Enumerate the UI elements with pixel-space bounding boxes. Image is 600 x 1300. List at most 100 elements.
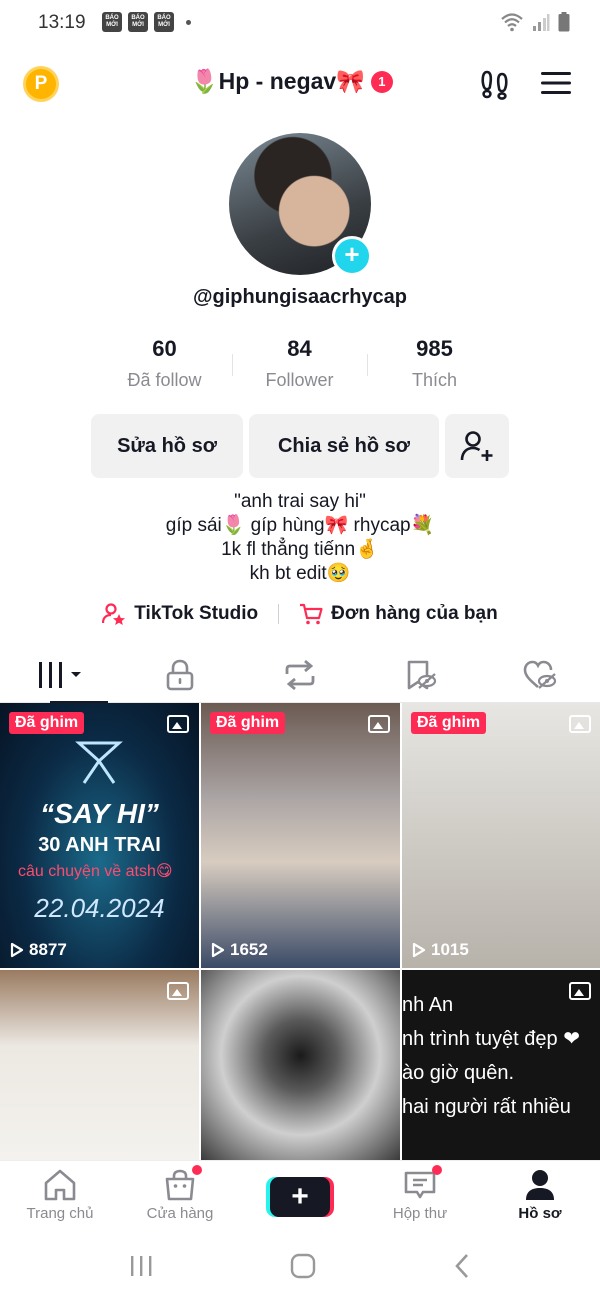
stat-value: 985 [416, 336, 453, 361]
view-count: 1015 [412, 940, 469, 960]
account-name: 🌷Hp - negav🎀 [190, 68, 365, 94]
tab-liked[interactable] [480, 648, 600, 702]
pinned-badge: Đã ghim [9, 712, 85, 734]
video-thumbnail[interactable]: Đã ghim 1652 [201, 703, 400, 968]
signal-icon [533, 14, 550, 31]
grid-videos-icon [39, 662, 81, 688]
stat-likes[interactable]: 985 Thích [367, 336, 502, 391]
stat-label: Follower [265, 370, 334, 390]
nav-label: Cửa hàng [146, 1205, 214, 1222]
username: @giphungisaacrhycap [193, 286, 407, 308]
link-divider [278, 604, 280, 624]
status-bar: 13:19 BÁO MỚI BÁO MỚI BÁO MỚI [0, 0, 600, 46]
repost-icon [285, 660, 315, 690]
thumbnail-title: “SAY HI” [40, 798, 159, 829]
thumbnail-date: 22.04.2024 [34, 893, 165, 923]
tab-reposts[interactable] [240, 648, 360, 702]
profile-icon [526, 1170, 554, 1200]
bio: "anh trai say hi" gíp sái🌷 gíp hùng🎀 rhy… [0, 490, 600, 586]
recent-apps-icon[interactable] [129, 1255, 153, 1277]
stat-value: 60 [152, 336, 177, 361]
shop-bag-icon [165, 1169, 195, 1201]
studio-icon [102, 603, 126, 625]
video-grid-row: nh An nh trình tuyệt đẹp ❤ ào giờ quên. … [0, 970, 600, 1160]
view-count: 1652 [211, 940, 268, 960]
pinned-badge: Đã ghim [411, 712, 487, 734]
profile-tabs [0, 648, 600, 703]
cart-icon [300, 603, 323, 625]
nav-home[interactable]: Trang chủ [0, 1161, 120, 1230]
stat-label: Đã follow [127, 370, 202, 390]
anh-trai-say-hi-logo [75, 741, 123, 784]
video-thumbnail[interactable]: Đã ghim 1015 [402, 703, 600, 968]
pinned-badge: Đã ghim [210, 712, 286, 734]
bio-line: kh bt edit🥹 [249, 563, 351, 584]
profile-top-bar: P 🌷Hp - negav🎀 1 [0, 58, 600, 110]
hidden-bookmark-icon [407, 660, 437, 690]
tab-private[interactable] [120, 648, 240, 702]
more-notifications-icon [186, 19, 191, 25]
orders-label: Đơn hàng của bạn [331, 603, 498, 624]
photo-icon [167, 715, 189, 733]
nav-label: Hồ sơ [518, 1205, 562, 1222]
profile-links: TikTok Studio Đơn hàng của bạn [0, 603, 600, 625]
notification-dot [192, 1165, 202, 1175]
add-avatar-icon[interactable]: + [332, 236, 372, 276]
back-icon[interactable] [453, 1253, 471, 1279]
stat-followers[interactable]: 84 Follower [232, 336, 367, 391]
battery-icon [558, 12, 570, 32]
status-right [500, 12, 570, 32]
thumbnail-text: nh An nh trình tuyệt đẹp ❤ ào giờ quên. … [402, 994, 580, 1118]
tiktok-studio-label: TikTok Studio [134, 603, 259, 624]
add-friend-button[interactable] [445, 414, 509, 478]
account-badge: 1 [370, 70, 393, 93]
nav-shop[interactable]: Cửa hàng [120, 1161, 240, 1230]
account-switcher[interactable]: 🌷Hp - negav🎀 1 [190, 68, 393, 95]
photo-icon [569, 715, 591, 733]
bio-line: 1k fl thẳng tiếnn🤞 [221, 539, 379, 560]
notification-dot [432, 1165, 442, 1175]
video-grid: “SAY HI” 30 ANH TRAI câu chuyện về atsh😋… [0, 703, 600, 968]
home-icon [44, 1169, 76, 1201]
play-icon [10, 942, 24, 958]
tab-favorites[interactable] [360, 648, 480, 702]
thumbnail-caption: câu chuyện về atsh😋 [18, 863, 173, 880]
stat-value: 84 [287, 336, 312, 361]
nav-label: Trang chủ [26, 1205, 94, 1222]
edit-profile-button[interactable]: Sửa hồ sơ [91, 414, 243, 478]
notification-icons: BÁO MỚI BÁO MỚI BÁO MỚI [102, 12, 191, 32]
footprints-icon[interactable] [479, 68, 511, 100]
coin-icon[interactable]: P [23, 66, 59, 102]
photo-icon [569, 982, 591, 1000]
system-navigation-bar [0, 1232, 600, 1300]
share-profile-button[interactable]: Chia sẻ hồ sơ [249, 414, 439, 478]
bottom-nav: Trang chủ Cửa hàng + Hộp thư Hồ sơ [0, 1160, 600, 1230]
wifi-icon [501, 13, 523, 32]
video-thumbnail[interactable] [0, 970, 199, 1160]
stat-following[interactable]: 60 Đã follow [97, 336, 232, 391]
lock-icon [166, 659, 194, 691]
news-app-icon: BÁO MỚI [128, 12, 148, 32]
photo-icon [368, 715, 390, 733]
video-thumbnail[interactable]: nh An nh trình tuyệt đẹp ❤ ào giờ quên. … [402, 970, 600, 1160]
orders-link[interactable]: Đơn hàng của bạn [299, 603, 498, 625]
video-thumbnail[interactable]: “SAY HI” 30 ANH TRAI câu chuyện về atsh😋… [0, 703, 199, 968]
menu-icon[interactable] [541, 70, 571, 96]
create-button[interactable]: + [270, 1177, 330, 1217]
nav-create[interactable]: + [240, 1161, 360, 1230]
nav-inbox[interactable]: Hộp thư [360, 1161, 480, 1230]
nav-label: Hộp thư [392, 1205, 448, 1222]
tiktok-studio-link[interactable]: TikTok Studio [102, 603, 258, 625]
tab-videos[interactable] [0, 648, 120, 703]
profile-actions: Sửa hồ sơ Chia sẻ hồ sơ [91, 414, 509, 478]
video-thumbnail[interactable] [201, 970, 400, 1160]
bio-line: gíp sái🌷 gíp hùng🎀 rhycap💐 [165, 515, 435, 536]
inbox-icon [404, 1171, 436, 1199]
thumbnail-subtitle: 30 ANH TRAI [38, 834, 161, 856]
news-app-icon: BÁO MỚI [154, 12, 174, 32]
bio-line: "anh trai say hi" [234, 491, 366, 512]
hidden-heart-icon [523, 660, 557, 689]
home-button-icon[interactable] [290, 1253, 316, 1279]
play-icon [211, 942, 225, 958]
nav-profile[interactable]: Hồ sơ [480, 1161, 600, 1230]
